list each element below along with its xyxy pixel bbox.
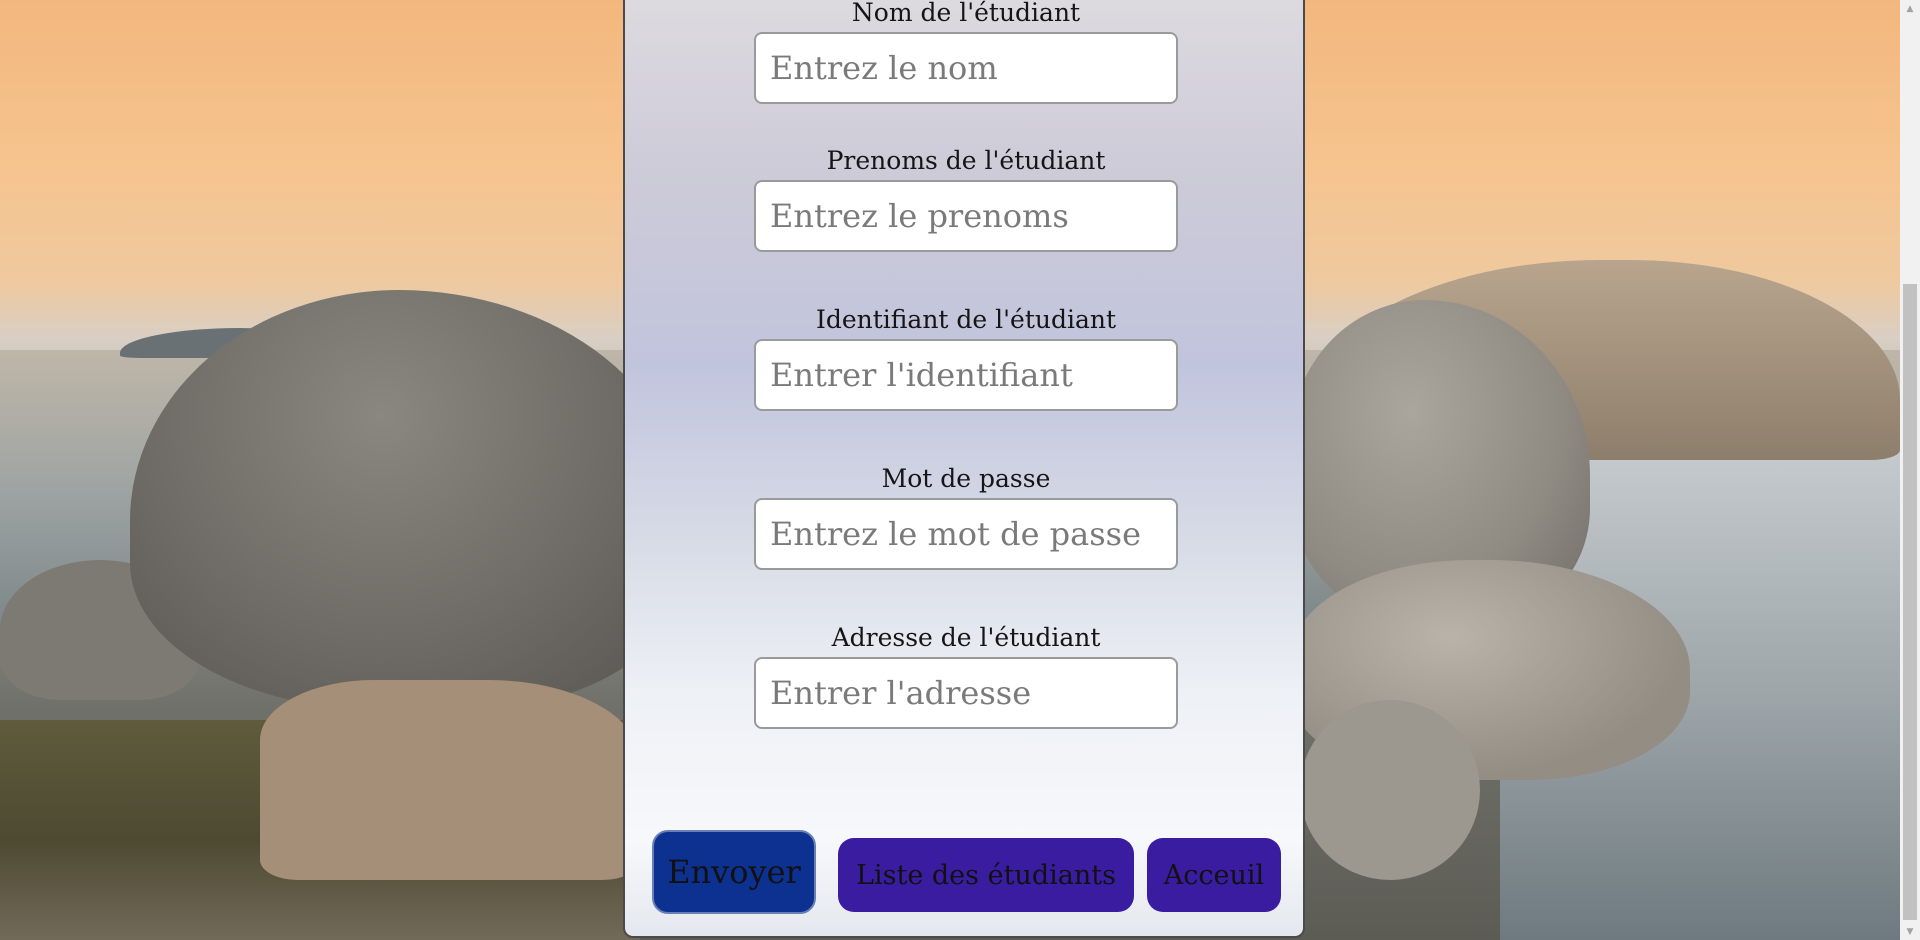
field-identifiant: Identifiant de l'étudiant: [625, 305, 1307, 411]
nom-input[interactable]: [754, 32, 1178, 104]
rock-right-small: [1300, 700, 1480, 880]
field-adresse: Adresse de l'étudiant: [625, 623, 1307, 729]
password-input[interactable]: [754, 498, 1178, 570]
vertical-scrollbar[interactable]: ▲ ▼: [1900, 0, 1920, 940]
student-form: Nom de l'étudiant Prenoms de l'étudiant …: [623, 0, 1305, 938]
password-label: Mot de passe: [881, 464, 1051, 493]
liste-etudiants-button[interactable]: Liste des étudiants: [838, 838, 1134, 912]
prenoms-input[interactable]: [754, 180, 1178, 252]
field-nom: Nom de l'étudiant: [625, 0, 1307, 104]
adresse-input[interactable]: [754, 657, 1178, 729]
rock-left-flat: [260, 680, 640, 880]
scroll-thumb[interactable]: [1903, 284, 1917, 920]
nom-label: Nom de l'étudiant: [851, 0, 1081, 27]
identifiant-input[interactable]: [754, 339, 1178, 411]
scroll-down-icon[interactable]: ▼: [1900, 923, 1920, 940]
identifiant-label: Identifiant de l'étudiant: [815, 305, 1117, 334]
adresse-label: Adresse de l'étudiant: [831, 623, 1101, 652]
acceuil-button[interactable]: Acceuil: [1147, 838, 1281, 912]
field-mot-de-passe: Mot de passe: [625, 464, 1307, 570]
prenoms-label: Prenoms de l'étudiant: [826, 146, 1106, 175]
background-photo: Nom de l'étudiant Prenoms de l'étudiant …: [0, 0, 1900, 940]
field-prenoms: Prenoms de l'étudiant: [625, 146, 1307, 252]
envoyer-button[interactable]: Envoyer: [652, 830, 816, 914]
scroll-up-icon[interactable]: ▲: [1900, 0, 1920, 17]
